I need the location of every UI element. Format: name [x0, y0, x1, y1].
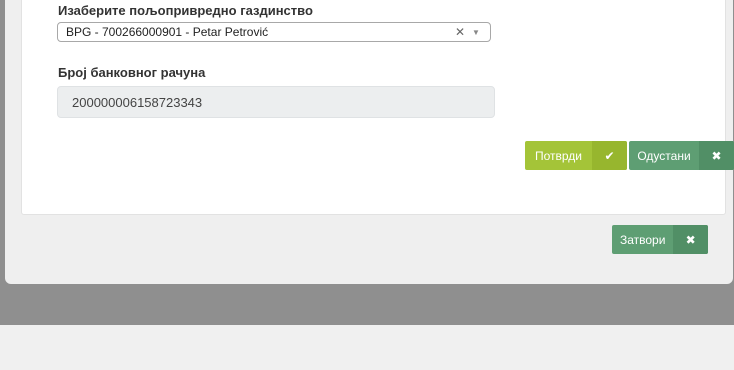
- bank-account-field: 200000006158723343: [57, 86, 495, 118]
- chevron-down-icon[interactable]: ▼: [468, 28, 484, 37]
- bank-account-label: Број банковног рачуна: [58, 65, 206, 80]
- close-button-label: Затвори: [619, 232, 666, 247]
- form-panel: Изаберите пољопривредно газдинство BPG -…: [21, 0, 734, 215]
- cancel-button-label: Одустани: [637, 148, 691, 163]
- farm-select-label: Изаберите пољопривредно газдинство: [58, 3, 313, 18]
- farm-select[interactable]: BPG - 700266000901 - Petar Petrović ✕ ▼: [57, 22, 491, 42]
- close-icon: ✖: [699, 141, 734, 170]
- confirm-button-label: Потврди: [534, 148, 582, 163]
- modal-dialog: Изаберите пољопривредно газдинство BPG -…: [5, 0, 734, 284]
- close-button[interactable]: Затвори ✖: [612, 225, 708, 254]
- close-icon: ✖: [673, 225, 708, 254]
- checkmark-icon: ✔: [592, 141, 627, 170]
- confirm-button[interactable]: Потврди ✔: [525, 141, 627, 170]
- cancel-button[interactable]: Одустани ✖: [629, 141, 734, 170]
- bank-account-value: 200000006158723343: [72, 94, 203, 110]
- farm-select-value: BPG - 700266000901 - Petar Petrović: [66, 25, 269, 39]
- clear-selection-icon[interactable]: ✕: [452, 25, 468, 39]
